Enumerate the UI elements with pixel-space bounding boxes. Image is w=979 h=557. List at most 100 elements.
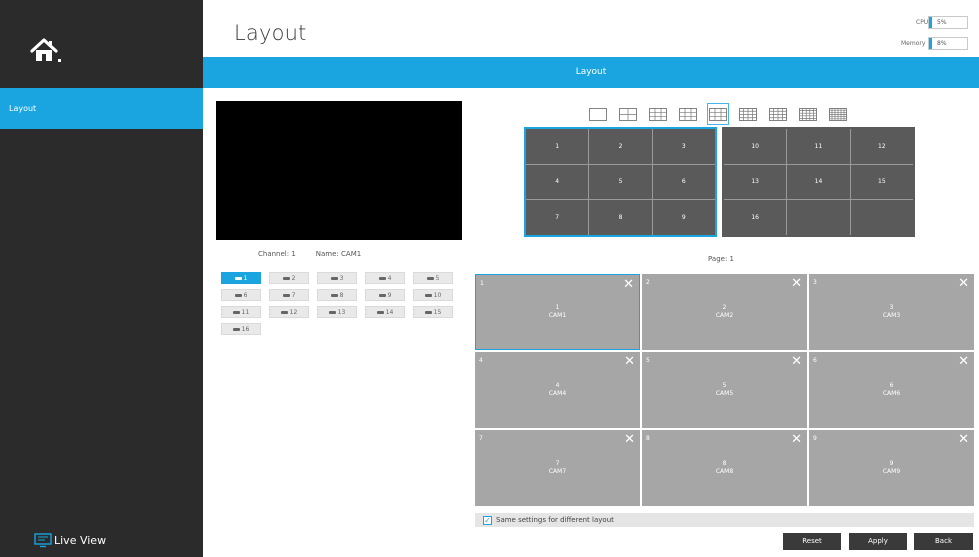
layout-option-13-icon[interactable] — [737, 103, 759, 125]
page-cell[interactable] — [787, 200, 850, 235]
page-label: Page: 1 — [708, 255, 734, 263]
page-cell[interactable] — [850, 200, 913, 235]
same-settings-label: Same settings for different layout — [496, 516, 614, 524]
close-icon[interactable]: ✕ — [791, 432, 802, 447]
cell-camera-name: CAM2 — [715, 312, 734, 319]
camera-chip-label: 14 — [385, 308, 394, 316]
close-icon[interactable]: ✕ — [791, 354, 802, 369]
page-cell[interactable]: 1 — [526, 129, 589, 164]
cell-camera-name: CAM9 — [882, 468, 901, 475]
layout-option-9-icon[interactable] — [707, 103, 729, 125]
page-cell[interactable]: 11 — [787, 129, 850, 164]
page-cell[interactable]: 10 — [724, 129, 787, 164]
page-cell[interactable]: 14 — [787, 164, 850, 200]
cell-camera-name: CAM4 — [548, 390, 567, 397]
page-thumbnail-1[interactable]: 123 456 789 — [524, 127, 717, 237]
camera-icon — [378, 293, 386, 297]
page-cell[interactable]: 3 — [652, 129, 715, 164]
page-cell[interactable]: 8 — [589, 200, 652, 235]
cell-label: 1 CAM1 — [476, 304, 639, 320]
cell-channel: 5 — [722, 382, 727, 389]
close-icon[interactable]: ✕ — [791, 276, 802, 291]
page-cell[interactable]: 7 — [526, 200, 589, 235]
page-cell[interactable]: 15 — [850, 164, 913, 200]
layout-option-36-icon[interactable] — [827, 103, 849, 125]
camera-icon — [280, 310, 288, 314]
cell-channel: 2 — [722, 304, 727, 311]
page-cell[interactable]: 9 — [652, 200, 715, 235]
camera-chip[interactable]: 1 — [221, 272, 261, 284]
camera-chip-label: 10 — [433, 291, 442, 299]
close-icon[interactable]: ✕ — [624, 432, 635, 447]
grid-cell[interactable]: 4 ✕ 4 CAM4 — [475, 352, 640, 428]
grid-cell[interactable]: 5 ✕ 5 CAM5 — [642, 352, 807, 428]
cell-index: 5 — [646, 357, 650, 364]
page-cell[interactable]: 5 — [589, 164, 652, 200]
camera-chip[interactable]: 11 — [221, 306, 261, 318]
camera-chip-label: 5 — [435, 274, 440, 282]
grid-cell[interactable]: 9 ✕ 9 CAM9 — [809, 430, 974, 506]
grid-cell[interactable]: 3 ✕ 3 CAM3 — [809, 274, 974, 350]
back-button[interactable]: Back — [914, 533, 973, 550]
page-cell[interactable]: 4 — [526, 164, 589, 200]
camera-chip[interactable]: 9 — [365, 289, 405, 301]
layout-option-25-icon[interactable] — [797, 103, 819, 125]
same-settings-row[interactable]: ✓ Same settings for different layout — [475, 513, 974, 527]
home-icon[interactable] — [30, 37, 64, 65]
camera-chip[interactable]: 10 — [413, 289, 453, 301]
camera-chip[interactable]: 14 — [365, 306, 405, 318]
camera-chip[interactable]: 12 — [269, 306, 309, 318]
camera-icon — [234, 293, 242, 297]
layout-option-6-icon[interactable] — [647, 103, 669, 125]
camera-chip-label: 2 — [291, 274, 296, 282]
page-cell[interactable]: 12 — [850, 129, 913, 164]
grid-cell[interactable]: 1 ✕ 1 CAM1 — [475, 274, 640, 350]
grid-cell[interactable]: 7 ✕ 7 CAM7 — [475, 430, 640, 506]
camera-chip[interactable]: 13 — [317, 306, 357, 318]
memory-label: Memory — [901, 40, 926, 47]
page-cell[interactable]: 2 — [589, 129, 652, 164]
close-icon[interactable]: ✕ — [958, 276, 969, 291]
channel-text: Channel: 1 — [258, 250, 296, 258]
grid-cell[interactable]: 2 ✕ 2 CAM2 — [642, 274, 807, 350]
same-settings-checkbox[interactable]: ✓ — [483, 515, 492, 525]
camera-chip[interactable]: 16 — [221, 323, 261, 335]
camera-chip[interactable]: 6 — [221, 289, 261, 301]
close-icon[interactable]: ✕ — [623, 277, 634, 292]
camera-chip[interactable]: 2 — [269, 272, 309, 284]
cell-label: 8 CAM8 — [642, 460, 807, 476]
page-thumbnail-2[interactable]: 10 11 12 13 14 15 16 — [722, 127, 915, 237]
cell-index: 7 — [479, 435, 483, 442]
camera-chip[interactable]: 7 — [269, 289, 309, 301]
close-icon[interactable]: ✕ — [958, 354, 969, 369]
camera-icon — [232, 310, 240, 314]
layout-option-4-icon[interactable] — [617, 103, 639, 125]
page-cell[interactable]: 6 — [652, 164, 715, 200]
layout-option-8-icon[interactable] — [677, 103, 699, 125]
reset-button[interactable]: Reset — [783, 533, 841, 550]
camera-name-text: Name: CAM1 — [315, 250, 362, 258]
grid-cell[interactable]: 6 ✕ 6 CAM6 — [809, 352, 974, 428]
sidebar-item-layout[interactable]: Layout — [0, 88, 203, 129]
camera-chip[interactable]: 5 — [413, 272, 453, 284]
camera-chip[interactable]: 3 — [317, 272, 357, 284]
cell-camera-name: CAM7 — [548, 468, 567, 475]
camera-chip[interactable]: 4 — [365, 272, 405, 284]
cell-camera-name: CAM3 — [882, 312, 901, 319]
page-cell[interactable]: 16 — [724, 200, 787, 235]
camera-chip[interactable]: 15 — [413, 306, 453, 318]
camera-icon — [376, 310, 384, 314]
layout-option-1-icon[interactable] — [587, 103, 609, 125]
close-icon[interactable]: ✕ — [958, 432, 969, 447]
camera-icon — [378, 276, 386, 280]
close-icon[interactable]: ✕ — [624, 354, 635, 369]
page-cell[interactable]: 13 — [724, 164, 787, 200]
cell-index: 1 — [480, 280, 484, 287]
apply-button[interactable]: Apply — [849, 533, 907, 550]
camera-chip[interactable]: 8 — [317, 289, 357, 301]
camera-chip-label: 8 — [339, 291, 344, 299]
layout-option-16-icon[interactable] — [767, 103, 789, 125]
camera-icon — [330, 276, 338, 280]
live-view-link[interactable]: Live View — [34, 533, 106, 548]
grid-cell[interactable]: 8 ✕ 8 CAM8 — [642, 430, 807, 506]
